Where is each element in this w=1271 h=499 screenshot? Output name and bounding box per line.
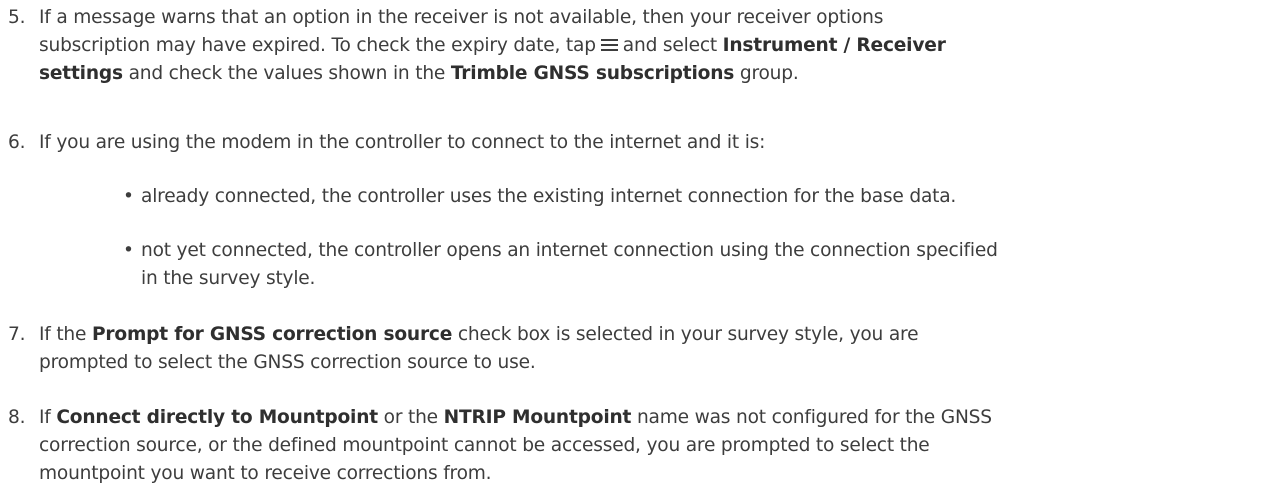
step-6: 6. If you are using the modem in the con… — [8, 129, 1265, 157]
bullet-item: • already connected, the controller uses… — [123, 183, 1265, 211]
step-text-line: subscription may have expired. To check … — [39, 34, 946, 56]
step-text-line: correction source, or the defined mountp… — [39, 434, 930, 456]
ui-term: NTRIP Mountpoint — [443, 407, 632, 428]
step-7: 7. If the Prompt for GNSS correction sou… — [8, 321, 1265, 377]
ui-term: settings — [39, 62, 123, 84]
step-text-line: settings and check the values shown in t… — [39, 62, 799, 84]
step-text-line: If Connect directly to Mountpoint or the… — [39, 407, 992, 428]
step-text-line: mountpoint you want to receive correctio… — [39, 462, 492, 484]
ui-term: Instrument / Receiver — [722, 34, 946, 56]
step-5: 5. If a message warns that an option in … — [8, 4, 1265, 88]
bullet-text-line: in the survey style. — [141, 267, 316, 289]
step-number: 8. — [8, 407, 26, 428]
step-text-line: prompted to select the GNSS correction s… — [39, 351, 536, 373]
bullet-marker: • — [123, 186, 134, 207]
step-number: 7. — [8, 324, 26, 345]
bullet-item: • not yet connected, the controller open… — [123, 237, 1265, 293]
bullet-text-line: not yet connected, the controller opens … — [141, 240, 998, 261]
document-body: 5. If a message warns that an option in … — [0, 0, 1271, 499]
step-text-line: If a message warns that an option in the… — [39, 7, 884, 28]
ui-term: Trimble GNSS subscriptions — [450, 62, 735, 84]
ui-term: Prompt for GNSS correction source — [91, 324, 453, 345]
menu-icon — [600, 38, 618, 51]
step-number: 5. — [8, 7, 26, 28]
step-number: 6. — [8, 132, 26, 153]
step-text-line: If the Prompt for GNSS correction source… — [39, 324, 919, 345]
ui-term: Connect directly to Mountpoint — [56, 407, 378, 428]
bullet-text-line: already connected, the controller uses t… — [141, 186, 957, 207]
bullet-marker: • — [123, 240, 134, 261]
step-8: 8. If Connect directly to Mountpoint or … — [8, 404, 1265, 488]
step-text-line: If you are using the modem in the contro… — [39, 132, 766, 153]
